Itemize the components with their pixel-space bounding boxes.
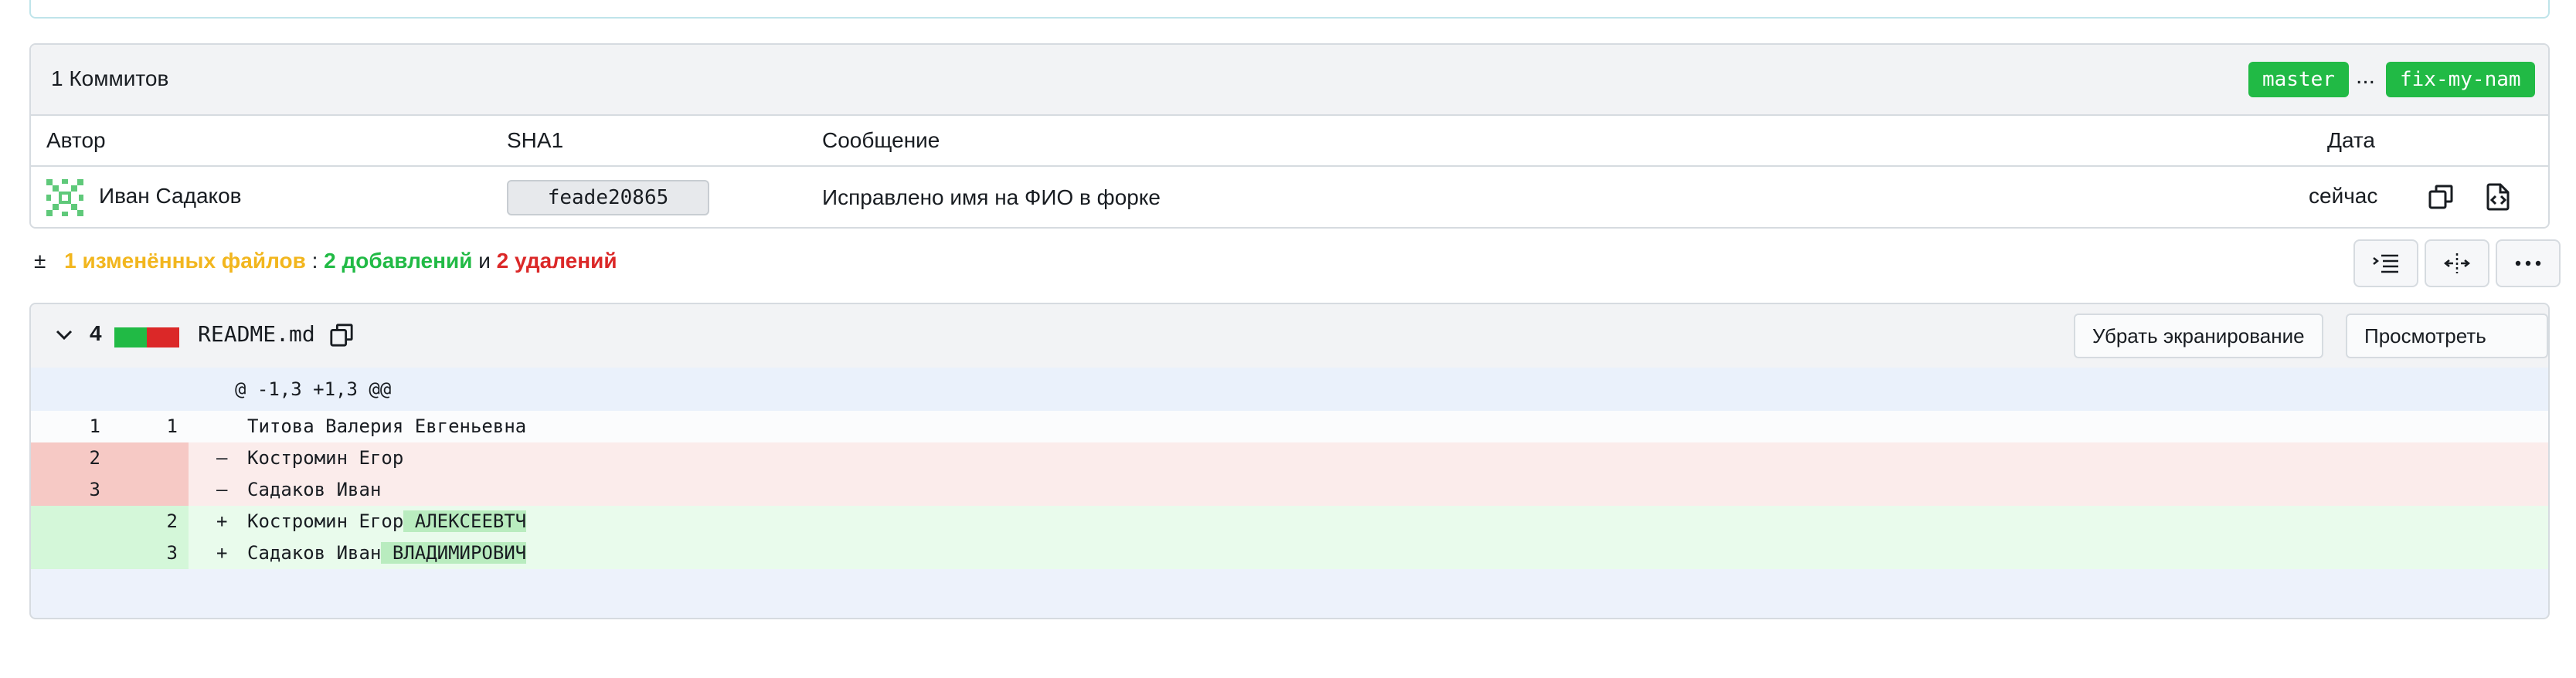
line-code: Садаков Иван ВЛАДИМИРОВИЧ: [247, 537, 527, 569]
file-changes-count: 4: [90, 321, 102, 345]
column-sha: SHA1: [507, 128, 564, 152]
browse-source-icon[interactable]: [2480, 179, 2516, 215]
line-code: Садаков Иван: [247, 479, 382, 500]
line-code: Костромин Егор: [247, 447, 404, 469]
diff-line-deleted: 3 – Садаков Иван: [31, 474, 2548, 506]
branch-head-badge[interactable]: fix-my-nam: [2386, 62, 2535, 97]
new-line-number[interactable]: 2: [100, 506, 178, 537]
deletions-count: 2 удалений: [496, 249, 617, 273]
line-text: Костромин Егор: [247, 510, 404, 532]
diff-line-added: 3 + Садаков Иван ВЛАДИМИРОВИЧ: [31, 537, 2548, 569]
added-word-highlight: ВЛАДИМИРОВИЧ: [381, 542, 527, 564]
commit-date: сейчас: [2309, 184, 2378, 208]
new-line-number[interactable]: 1: [100, 411, 178, 442]
unescape-button[interactable]: Убрать экранирование: [2074, 314, 2323, 358]
stats-and: и: [478, 249, 491, 273]
file-tree-icon: [2373, 254, 2398, 273]
line-code: Титова Валерия Евгеньевна: [247, 415, 527, 437]
commits-panel: 1 Коммитов master ... fix-my-nam Автор S…: [29, 43, 2550, 229]
more-options-button[interactable]: [2496, 239, 2561, 287]
diff-line-deleted: 2 – Костромин Егор: [31, 442, 2548, 474]
changed-files-count[interactable]: 1 изменённых файлов: [64, 249, 306, 273]
commit-row: Иван Садаков feade20865 Исправлено имя н…: [31, 167, 2548, 227]
chevron-down-icon[interactable]: [53, 323, 76, 346]
diff-stats: ± 1 изменённых файлов : 2 добавлений и 2…: [34, 249, 617, 273]
diff-line-added: 2 + Костромин Егор АЛЕКСЕЕВТЧ: [31, 506, 2548, 537]
line-code: Костромин Егор АЛЕКСЕЕВТЧ: [247, 506, 527, 537]
line-sign: +: [216, 510, 228, 532]
more-icon: [2515, 260, 2541, 266]
split-view-button[interactable]: [2425, 239, 2489, 287]
line-text: Садаков Иван: [247, 542, 382, 564]
diff-file-box: 4 README.md Убрать экранирование Просмот…: [29, 303, 2550, 619]
new-line-number[interactable]: 3: [100, 537, 178, 569]
diff-file-header: 4 README.md Убрать экранирование Просмот…: [31, 304, 2548, 389]
stats-colon: :: [311, 249, 318, 273]
deletions-bar: [147, 327, 179, 347]
commit-sha-button[interactable]: feade20865: [507, 180, 709, 215]
commits-header: 1 Коммитов master ... fix-my-nam: [31, 45, 2548, 116]
line-sign: –: [216, 479, 228, 500]
view-file-button[interactable]: Просмотреть файл: [2346, 314, 2548, 389]
column-author: Автор: [46, 128, 106, 152]
split-view-icon: [2443, 253, 2471, 273]
additions-count: 2 добавлений: [324, 249, 473, 273]
branch-separator: ...: [2356, 63, 2376, 89]
diff-stats-icon: ±: [34, 249, 46, 273]
commit-message[interactable]: Исправлено имя на ФИО в форке: [822, 185, 1161, 210]
column-message: Сообщение: [822, 128, 940, 152]
copy-path-icon[interactable]: [329, 323, 354, 347]
line-sign: +: [216, 542, 228, 564]
old-line-number[interactable]: 2: [31, 442, 100, 474]
column-date: Дата: [2327, 128, 2376, 152]
hunk-header: @ -1,3 +1,3 @@: [31, 368, 2548, 411]
added-word-highlight: АЛЕКСЕЕВТЧ: [403, 510, 527, 532]
file-tree-toggle-button[interactable]: [2353, 239, 2418, 287]
diff-line-context: 1 1 Титова Валерия Евгеньевна: [31, 411, 2548, 442]
commit-author[interactable]: Иван Садаков: [99, 184, 242, 208]
commits-column-headers: Автор SHA1 Сообщение Дата: [31, 116, 2548, 167]
hunk-text: @ -1,3 +1,3 @@: [235, 378, 392, 400]
previous-panel-edge: [29, 0, 2550, 19]
old-line-number[interactable]: 3: [31, 474, 100, 506]
avatar[interactable]: [43, 176, 87, 219]
copy-sha-icon[interactable]: [2423, 179, 2459, 215]
branch-base-badge[interactable]: master: [2248, 62, 2349, 97]
line-sign: –: [216, 447, 228, 469]
commits-title: 1 Коммитов: [51, 66, 169, 90]
additions-bar: [114, 327, 147, 347]
file-name[interactable]: README.md: [198, 321, 315, 347]
old-line-number[interactable]: 1: [31, 411, 100, 442]
